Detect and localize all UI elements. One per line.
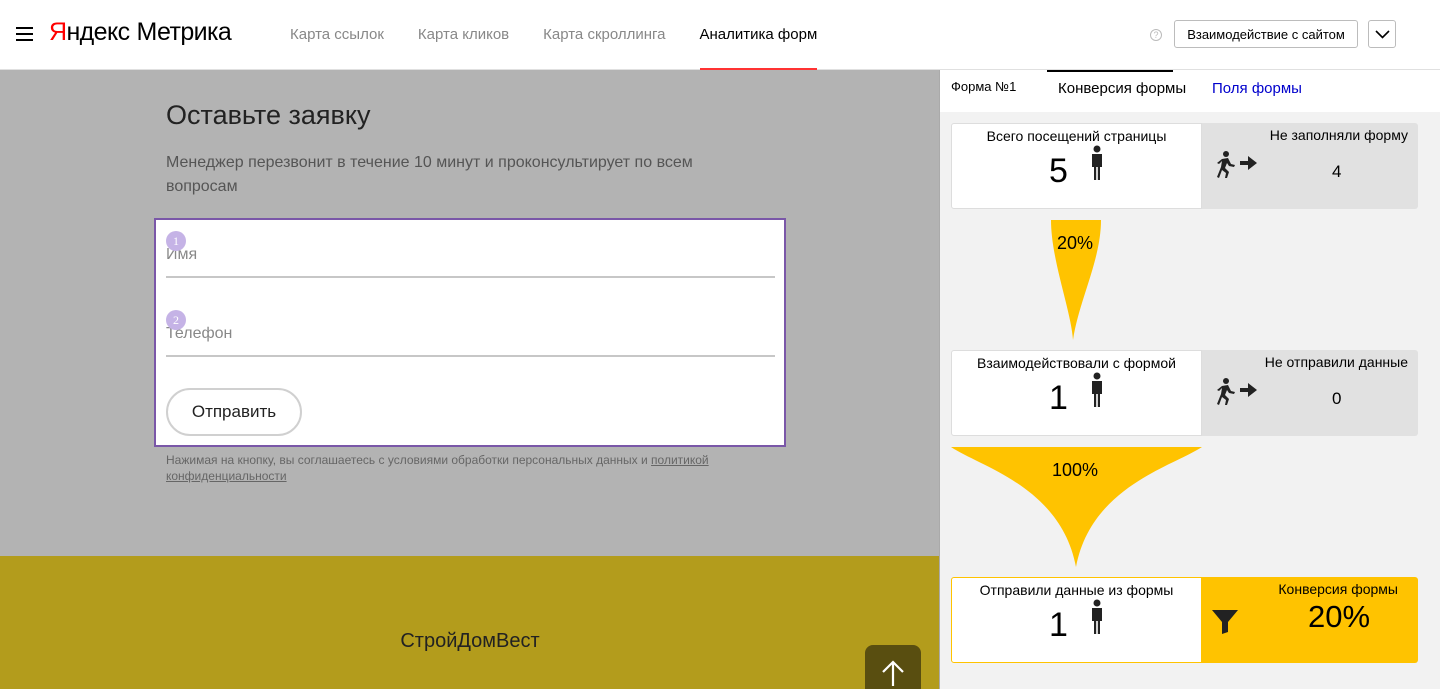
- submit-button[interactable]: Отправить: [166, 388, 302, 436]
- funnel-step-submitted: Отправили данные из формы 1 Конверсия фо…: [951, 577, 1418, 663]
- person-icon: [1092, 599, 1102, 634]
- help-icon[interactable]: ?: [1150, 29, 1162, 41]
- consent-body: Нажимая на кнопку, вы соглашаетесь с усл…: [166, 453, 652, 467]
- chevron-down-icon: [1375, 30, 1390, 39]
- funnel-step-interacted: Взаимодействовали с формой 1 Не отправил…: [951, 350, 1418, 436]
- funnel-rate-1: 20%: [1057, 233, 1094, 253]
- form-analytics-panel: Форма №1 Конверсия формы Поля формы Всег…: [939, 70, 1440, 689]
- highlighted-form[interactable]: Имя 1 Телефон 2 Отправить: [154, 218, 786, 447]
- tab-form-conversion[interactable]: Конверсия формы: [1058, 80, 1186, 97]
- arrow-up-icon: [882, 660, 904, 686]
- field-number-badge: 1: [166, 231, 186, 251]
- stat-title: Отправили данные из формы: [979, 582, 1174, 598]
- logo-product: Метрика: [136, 18, 232, 46]
- stat-card: Взаимодействовали с формой 1: [951, 350, 1202, 436]
- active-tab-indicator: [1047, 70, 1173, 72]
- logo-brand-rest: ндекс: [66, 18, 130, 46]
- conversion-title: Конверсия формы: [1278, 581, 1398, 597]
- form-number[interactable]: Форма №1: [951, 79, 1016, 94]
- field-number-badge: 2: [166, 310, 186, 330]
- form-description: Менеджер перезвонит в течение 10 минут и…: [166, 154, 693, 195]
- name-field[interactable]: Имя 1: [166, 220, 775, 278]
- scroll-to-top-button[interactable]: [865, 645, 921, 689]
- phone-field[interactable]: Телефон 2: [166, 299, 775, 357]
- person-icon: [1092, 145, 1102, 180]
- dropoff-card: Не отправили данные 0: [1202, 350, 1418, 436]
- expand-dropdown-button[interactable]: [1368, 20, 1396, 48]
- dropoff-title: Не заполняли форму: [1269, 127, 1408, 143]
- footer-brand: СтройДомВест: [400, 630, 540, 652]
- dropoff-value: 0: [1332, 389, 1342, 408]
- stat-card: Отправили данные из формы 1: [951, 577, 1202, 663]
- leaving-person-icon: [1217, 151, 1257, 178]
- stat-card: Всего посещений страницы 5: [951, 123, 1202, 209]
- logo[interactable]: Яндекс Метрика: [49, 18, 232, 47]
- logo-brand-first: Я: [49, 18, 67, 46]
- nav-scroll-map[interactable]: Карта скроллинга: [543, 0, 665, 70]
- form-heading: Оставьте заявку: [166, 100, 371, 130]
- dropoff-card: Не заполняли форму 4: [1202, 123, 1418, 209]
- top-header: Яндекс Метрика Карта ссылок Карта кликов …: [0, 0, 1440, 70]
- dropoff-title: Не отправили данные: [1264, 354, 1408, 370]
- nav-link-map[interactable]: Карта ссылок: [290, 0, 384, 70]
- dropoff-value: 4: [1332, 162, 1342, 181]
- conversion-card: Конверсия формы 20%: [1202, 577, 1418, 663]
- stat-value: 5: [1049, 152, 1068, 190]
- site-preview: Оставьте заявку Менеджер перезвонит в те…: [0, 70, 940, 689]
- stat-value: 1: [1049, 606, 1068, 644]
- panel-header: Форма №1 Конверсия формы Поля формы: [940, 70, 1440, 112]
- stat-title: Взаимодействовали с формой: [977, 355, 1176, 371]
- site-footer: СтройДомВест: [0, 556, 940, 689]
- funnel-rate-2: 100%: [1052, 460, 1099, 480]
- person-icon: [1092, 372, 1102, 407]
- stat-value: 1: [1049, 379, 1068, 417]
- tool-nav: Карта ссылок Карта кликов Карта скроллин…: [290, 0, 851, 70]
- conversion-value: 20%: [1308, 599, 1371, 634]
- leaving-person-icon: [1217, 378, 1257, 405]
- tab-form-fields[interactable]: Поля формы: [1212, 80, 1302, 97]
- interact-with-site-button[interactable]: Взаимодействие с сайтом: [1174, 20, 1358, 48]
- funnel-step-visits: Всего посещений страницы 5 Не заполняли …: [951, 123, 1418, 209]
- consent-text: Нажимая на кнопку, вы соглашаетесь с усл…: [166, 452, 766, 484]
- funnel-filter-icon: [1212, 610, 1238, 634]
- nav-click-map[interactable]: Карта кликов: [418, 0, 509, 70]
- nav-form-analytics[interactable]: Аналитика форм: [699, 0, 817, 70]
- stat-title: Всего посещений страницы: [986, 128, 1167, 144]
- menu-icon[interactable]: [16, 27, 33, 43]
